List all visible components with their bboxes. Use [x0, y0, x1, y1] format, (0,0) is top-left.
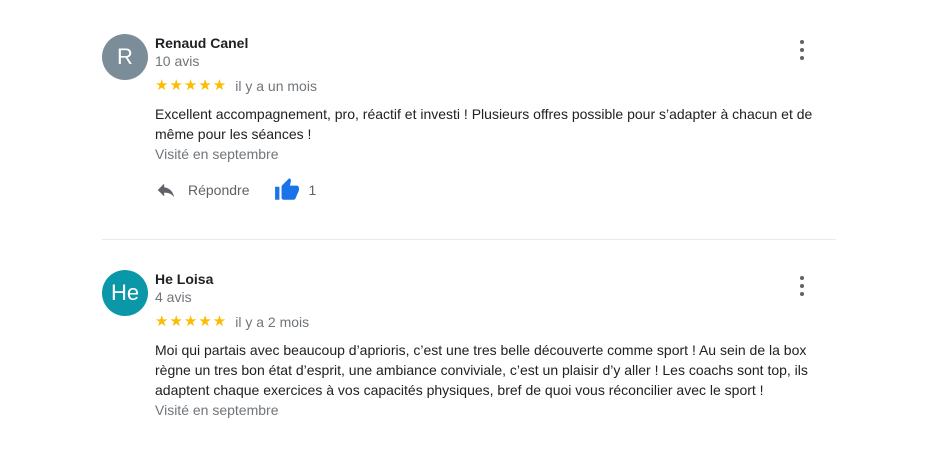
reply-arrow-icon [157, 183, 175, 198]
rating-row: ★★★★★ il y a 2 mois [155, 313, 836, 331]
reply-button[interactable]: Répondre [155, 179, 250, 201]
divider [102, 239, 836, 240]
thumbs-up-icon [274, 178, 299, 200]
reply-label: Répondre [188, 182, 250, 198]
review-date: il y a un mois [235, 78, 317, 94]
more-options-button[interactable] [798, 40, 806, 60]
like-button[interactable]: 1 [274, 177, 317, 203]
review-count: 4 avis [155, 289, 192, 305]
more-vert-icon-dot [800, 284, 804, 288]
review-body: Renaud Canel 10 avis ★★★★★ il y a un moi… [155, 34, 836, 202]
review-date: il y a 2 mois [235, 314, 310, 330]
rating-row: ★★★★★ il y a un mois [155, 77, 836, 95]
more-vert-icon-dot [800, 276, 804, 280]
review-actions: Répondre 1 [155, 178, 836, 202]
more-vert-icon-dot [800, 56, 804, 60]
review-text: Excellent accompagnement, pro, réactif e… [155, 106, 813, 142]
review-count: 10 avis [155, 53, 200, 69]
star-rating: ★★★★★ [155, 313, 228, 330]
star-rating: ★★★★★ [155, 77, 228, 94]
like-count: 1 [308, 182, 317, 198]
visit-date: Visité en septembre [155, 402, 279, 418]
visit-date: Visité en septembre [155, 146, 279, 162]
more-vert-icon-dot [800, 292, 804, 296]
avatar[interactable]: He [102, 270, 148, 316]
reviewer-name[interactable]: He Loisa [155, 270, 836, 288]
more-options-button[interactable] [798, 276, 806, 296]
reviewer-name[interactable]: Renaud Canel [155, 34, 836, 52]
more-vert-icon-dot [800, 48, 804, 52]
review-text: Moi qui partais avec beaucoup d’aprioris… [155, 342, 808, 398]
avatar[interactable]: R [102, 34, 148, 80]
more-vert-icon-dot [800, 40, 804, 44]
review-body: He Loisa 4 avis ★★★★★ il y a 2 mois Moi … [155, 270, 836, 420]
